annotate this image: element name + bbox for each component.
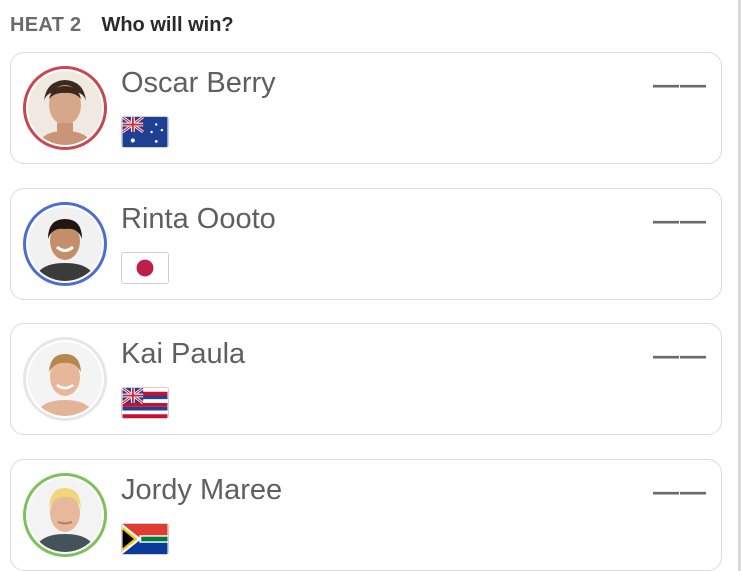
avatar: [23, 473, 107, 557]
surfer-card-jordy-maree[interactable]: Jordy Maree ——: [10, 459, 722, 571]
surfer-photo-icon: [28, 207, 102, 281]
prediction-question: Who will win?: [101, 13, 234, 36]
avatar: [23, 202, 107, 286]
south-africa-flag-icon: [121, 523, 169, 555]
surfer-photo-icon: [28, 478, 102, 552]
surfer-card-kai-paula[interactable]: Kai Paula ——: [10, 323, 722, 435]
score-placeholder: ——: [653, 205, 707, 235]
japan-flag-icon: [121, 252, 169, 284]
heat-label: HEAT 2: [10, 13, 82, 36]
score-placeholder: ——: [653, 476, 707, 506]
surfer-card-rinta-oooto[interactable]: Rinta Oooto ——: [10, 188, 722, 300]
surfer-card-oscar-berry[interactable]: Oscar Berry ——: [10, 52, 722, 164]
surfer-photo-icon: [28, 342, 102, 416]
heat-header: HEAT 2 Who will win?: [10, 12, 234, 38]
avatar: [23, 337, 107, 421]
surfer-photo-icon: [28, 71, 102, 145]
surfer-name: Jordy Maree: [121, 474, 283, 506]
australia-flag-icon: [121, 116, 169, 148]
surfer-name: Oscar Berry: [121, 67, 276, 99]
hawaii-flag-icon: [121, 387, 169, 419]
score-placeholder: ——: [653, 340, 707, 370]
score-placeholder: ——: [653, 69, 707, 99]
surfer-name: Rinta Oooto: [121, 203, 276, 235]
avatar: [23, 66, 107, 150]
surfer-name: Kai Paula: [121, 338, 246, 370]
